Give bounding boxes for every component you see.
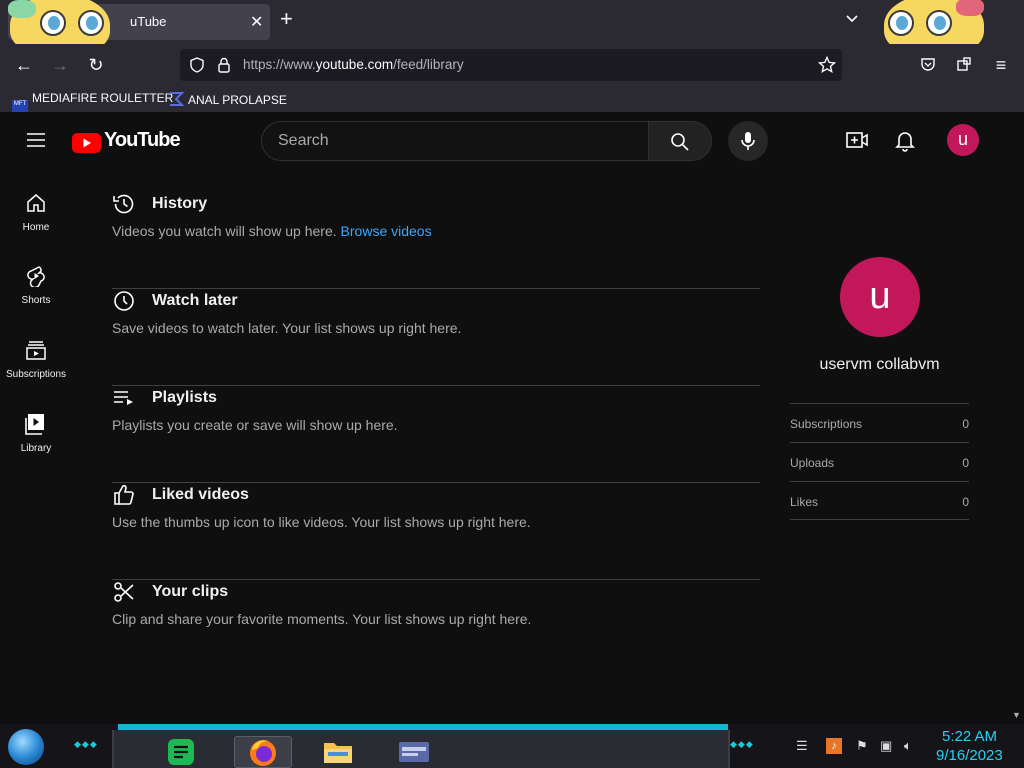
clock-date[interactable]: 9/16/2023 xyxy=(936,747,1003,764)
account-avatar[interactable]: u xyxy=(947,124,979,156)
firefox-icon xyxy=(250,740,276,766)
subscriptions-icon xyxy=(26,341,46,360)
bookmark-star-icon[interactable] xyxy=(818,56,836,74)
extensions-icon[interactable] xyxy=(956,56,972,72)
network-icon[interactable]: ▣ xyxy=(880,738,896,754)
volume-icon[interactable]: 🔈︎ xyxy=(904,738,920,754)
search-box[interactable] xyxy=(261,121,649,161)
create-video-icon[interactable] xyxy=(846,131,868,149)
lock-icon[interactable] xyxy=(217,57,231,73)
search-icon xyxy=(671,133,689,151)
stat-value: 0 xyxy=(962,456,969,470)
stat-label: Subscriptions xyxy=(790,417,863,431)
browser-nav-bar: ← → ↻ https://www.youtube.com/feed/libra… xyxy=(0,44,1024,86)
tab-title: uTube xyxy=(130,14,167,29)
sidebar-label-library: Library xyxy=(20,443,52,454)
stat-subscriptions: Subscriptions 0 xyxy=(790,403,969,442)
back-arrow-icon[interactable]: ← xyxy=(13,54,35,76)
reload-icon[interactable]: ↻ xyxy=(85,54,107,76)
section-history: History Videos you watch will show up he… xyxy=(112,192,760,289)
section-liked-videos: Liked videos Use the thumbs up icon to l… xyxy=(112,483,760,580)
taskbar-panel xyxy=(112,730,730,768)
tray-menu-icon[interactable]: ☰ xyxy=(796,738,812,754)
taskbar-app-firefox[interactable] xyxy=(234,736,292,768)
section-your-clips: Your clips Clip and share your favorite … xyxy=(112,580,760,677)
scissors-icon[interactable] xyxy=(112,580,136,604)
forward-arrow-icon[interactable]: → xyxy=(49,54,71,76)
section-title-watch-later[interactable]: Watch later xyxy=(152,292,238,310)
search-input[interactable] xyxy=(278,131,618,151)
url-bar[interactable]: https://www.youtube.com/feed/library xyxy=(180,49,842,81)
section-title-history[interactable]: History xyxy=(152,195,207,213)
new-tab-button[interactable]: + xyxy=(280,8,293,30)
start-button[interactable] xyxy=(8,729,44,765)
stat-value: 0 xyxy=(962,495,969,509)
section-playlists: Playlists Playlists you create or save w… xyxy=(112,386,760,483)
sidebar-item-library[interactable]: Library xyxy=(0,413,72,487)
scrollbar-down-arrow-icon[interactable]: ▼ xyxy=(1012,710,1021,720)
microphone-icon xyxy=(741,132,755,150)
section-title-your-clips[interactable]: Your clips xyxy=(152,583,228,601)
sidebar-label-shorts: Shorts xyxy=(21,295,51,306)
youtube-page: YouTube u Home Shorts Subscriptions Libr… xyxy=(0,112,1024,724)
profile-avatar: u xyxy=(840,257,920,337)
sidebar-label-subscriptions: Subscriptions xyxy=(5,369,67,380)
url-text[interactable]: https://www.youtube.com/feed/library xyxy=(243,57,464,72)
shorts-icon xyxy=(27,266,45,287)
hamburger-menu-icon[interactable] xyxy=(26,132,46,148)
sidebar-item-home[interactable]: Home xyxy=(0,192,72,266)
profile-name: uservm collabvm xyxy=(819,356,940,373)
thumbs-up-icon[interactable] xyxy=(112,483,136,507)
stat-likes: Likes 0 xyxy=(790,481,969,520)
stat-label: Likes xyxy=(790,495,819,509)
taskbar-app-notes[interactable] xyxy=(152,736,210,768)
home-icon xyxy=(27,194,45,212)
tray-app-icon[interactable]: ♪ xyxy=(826,738,842,754)
tab-close-icon[interactable]: ✕ xyxy=(250,12,263,32)
taskbar-app-explorer[interactable] xyxy=(310,736,368,768)
library-icon xyxy=(25,414,44,435)
sigma-favicon-icon xyxy=(170,92,184,106)
bookmark-second[interactable]: ANAL PROLAPSE xyxy=(168,91,287,107)
folder-icon xyxy=(324,743,352,763)
taskbar-decoration: ◆◆◆ xyxy=(730,739,754,749)
browser-tab-bar: uTube ✕ + xyxy=(0,0,1024,56)
chevron-down-icon[interactable] xyxy=(844,10,860,26)
section-title-playlists[interactable]: Playlists xyxy=(152,389,217,407)
flag-icon[interactable]: ⚑ xyxy=(856,738,872,754)
bookmarks-bar: MFT MEDIAFIRE ROULETTER ANAL PROLAPSE xyxy=(0,86,1024,116)
stat-label: Uploads xyxy=(790,456,835,470)
history-icon[interactable] xyxy=(112,192,136,216)
youtube-header: YouTube u xyxy=(0,112,1010,168)
notes-app-icon xyxy=(168,739,194,765)
section-title-liked-videos[interactable]: Liked videos xyxy=(152,486,249,504)
section-desc-liked-videos: Use the thumbs up icon to like videos. Y… xyxy=(112,514,531,530)
menu-icon[interactable]: ≡ xyxy=(990,54,1012,76)
taskbar: ◆◆◆ ◆◆◆ ☰ ♪ ⚑ ▣ 🔈︎ 5:22 AM 9/16/2023 xyxy=(0,724,1024,768)
clock-icon[interactable] xyxy=(112,289,136,313)
taskbar-app-window[interactable] xyxy=(386,736,444,768)
sidebar-label-home: Home xyxy=(22,222,50,233)
shield-icon[interactable] xyxy=(189,57,205,73)
section-watch-later: Watch later Save videos to watch later. … xyxy=(112,289,760,386)
browse-videos-link[interactable]: Browse videos xyxy=(341,223,432,239)
section-desc-watch-later: Save videos to watch later. Your list sh… xyxy=(112,320,462,336)
pocket-icon[interactable] xyxy=(920,56,936,72)
stat-value: 0 xyxy=(962,417,969,431)
section-desc-your-clips: Clip and share your favorite moments. Yo… xyxy=(112,611,532,627)
clock-time[interactable]: 5:22 AM xyxy=(942,728,997,745)
youtube-logo-text[interactable]: YouTube xyxy=(104,129,181,152)
sidebar-item-shorts[interactable]: Shorts xyxy=(0,265,72,339)
youtube-logo-icon[interactable] xyxy=(72,133,101,153)
stat-uploads: Uploads 0 xyxy=(790,442,969,481)
search-button[interactable] xyxy=(648,121,712,161)
window-app-icon xyxy=(399,742,429,762)
voice-search-button[interactable] xyxy=(728,121,768,161)
playlist-icon[interactable] xyxy=(112,386,136,410)
notifications-bell-icon[interactable] xyxy=(895,130,915,152)
taskbar-decoration: ◆◆◆ xyxy=(74,739,98,749)
sidebar-item-subscriptions[interactable]: Subscriptions xyxy=(0,339,72,413)
section-desc-playlists: Playlists you create or save will show u… xyxy=(112,417,398,433)
section-desc-history: Videos you watch will show up here. Brow… xyxy=(112,223,432,239)
